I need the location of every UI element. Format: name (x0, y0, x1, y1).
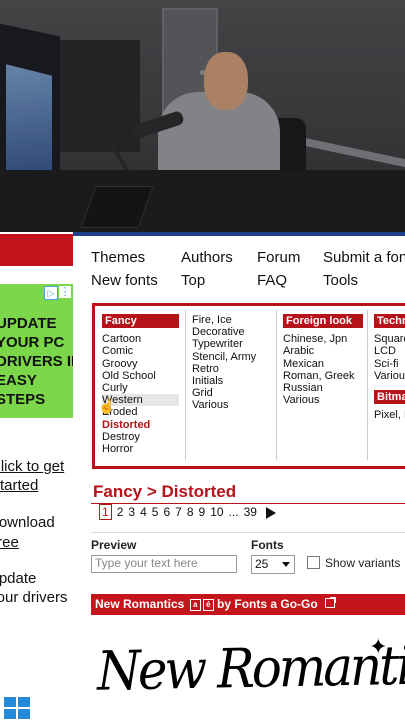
cam-shade (0, 0, 405, 232)
page-link[interactable]: 5 (152, 505, 159, 519)
external-link-icon[interactable] (325, 597, 337, 608)
breadcrumb: Fancy > Distorted (93, 482, 237, 501)
column-divider (185, 310, 186, 460)
pagination: 1 2 3 4 5 6 7 8 9 10... 39 (99, 504, 276, 520)
nav-tools[interactable]: Tools (323, 272, 358, 289)
page-link[interactable]: 3 (128, 505, 135, 519)
category-item[interactable]: Mexican (283, 358, 363, 370)
category-item[interactable]: Grid (192, 387, 277, 399)
download-free-link[interactable]: Download (0, 514, 55, 531)
category-item[interactable]: Various (283, 394, 363, 406)
category-heading-techno[interactable]: Techno (374, 314, 405, 329)
font-author-link[interactable]: by Fonts a Go-Go (217, 597, 318, 611)
ad-close-icon[interactable]: ⋮ (59, 286, 71, 298)
category-heading-fancy[interactable]: Fancy (102, 314, 179, 329)
download-free-link-2[interactable]: Free (0, 534, 19, 551)
category-item[interactable]: Fire, Ice (192, 314, 277, 326)
accents-badge-icon: é (202, 599, 214, 611)
fonts-label: Fonts (251, 538, 284, 552)
nav-new-fonts[interactable]: New fonts (91, 272, 158, 289)
nav-authors[interactable]: Authors (181, 249, 233, 266)
update-drivers-link-2[interactable]: Your drivers (0, 589, 67, 606)
category-item[interactable]: Stencil, Army (192, 351, 277, 363)
category-item[interactable]: Sci-fi (374, 358, 405, 370)
preview-text-input[interactable]: Type your text here (91, 555, 237, 573)
page-link[interactable]: 9 (199, 505, 206, 519)
category-item[interactable]: Chinese, Jpn (283, 333, 363, 345)
page-ellipsis: ... (228, 505, 239, 519)
font-name-link[interactable]: New Romantics (95, 597, 184, 611)
nav-forum[interactable]: Forum (257, 249, 300, 266)
nav-top[interactable]: Top (181, 272, 205, 289)
category-item[interactable]: Roman, Greek (283, 370, 363, 382)
column-divider (276, 310, 277, 460)
category-item[interactable]: Curly (102, 382, 179, 394)
category-item[interactable]: Destroy (102, 431, 179, 443)
mouse-cursor-icon: ☝ (98, 398, 116, 414)
font-size-select[interactable]: 25 (251, 555, 295, 574)
page-link[interactable]: 2 (117, 505, 124, 519)
category-item[interactable]: Arabic (283, 345, 363, 357)
category-item[interactable]: Comic (102, 345, 179, 357)
page-link[interactable]: 4 (140, 505, 147, 519)
category-fancy-more: Fire, Ice Decorative Typewriter Stencil,… (192, 314, 277, 412)
font-entry-header: New Romantics aé by Fonts a Go-Go (91, 594, 405, 615)
nav-submit-font[interactable]: Submit a font (323, 249, 405, 266)
adchoices-icon[interactable]: ▷ (44, 286, 58, 300)
category-item[interactable]: Groovy (102, 358, 179, 370)
page-link[interactable]: 6 (163, 505, 170, 519)
category-item[interactable]: Horror (102, 443, 179, 455)
category-box: Fancy Cartoon Comic Groovy Old School Cu… (92, 303, 405, 469)
page-link[interactable]: 10 (210, 505, 223, 519)
font-sample-text: New Romantics (96, 633, 405, 703)
category-item[interactable]: Typewriter (192, 338, 277, 350)
click-to-get-started-link-2[interactable]: Started (0, 477, 38, 494)
category-item[interactable]: Various (192, 399, 277, 411)
page-link[interactable]: 7 (175, 505, 182, 519)
column-divider (367, 310, 368, 460)
top-blue-line (73, 232, 405, 236)
driver-ad-banner[interactable]: ▷ ⋮ UPDATE YOUR PC DRIVERS IN EASY STEPS (0, 284, 82, 418)
windows-logo-icon (4, 697, 30, 720)
show-variants-label: Show variants (325, 556, 401, 570)
category-heading-bitmap[interactable]: Bitmap (374, 390, 405, 405)
page-current[interactable]: 1 (99, 504, 112, 520)
category-item[interactable]: Various (374, 370, 405, 382)
preview-label: Preview (91, 538, 137, 552)
category-fancy: Fancy Cartoon Comic Groovy Old School Cu… (102, 314, 179, 455)
lowercase-badge-icon: a (189, 599, 201, 611)
category-item[interactable]: LCD (374, 345, 405, 357)
font-sample-preview[interactable]: New Romantics ✦ (91, 632, 405, 712)
separator-line (91, 532, 405, 533)
nav-themes[interactable]: Themes (91, 249, 145, 266)
font-size-value: 25 (255, 557, 269, 571)
category-item[interactable]: Square (374, 333, 405, 345)
sparkle-icon: ✦ (369, 634, 388, 659)
show-variants-checkbox[interactable] (307, 556, 320, 569)
webcam-overlay (0, 0, 405, 232)
category-item[interactable]: Decorative (192, 326, 277, 338)
chevron-down-icon (282, 562, 290, 567)
category-foreign: Foreign look Chinese, Jpn Arabic Mexican… (283, 314, 363, 406)
category-item[interactable]: Old School (102, 370, 179, 382)
main-content: Themes Authors Forum Submit a font New f… (73, 232, 405, 720)
category-heading-foreign[interactable]: Foreign look (283, 314, 363, 329)
page-link[interactable]: 8 (187, 505, 194, 519)
category-item[interactable]: Initials (192, 375, 277, 387)
page-link[interactable]: 39 (244, 505, 257, 519)
category-item[interactable]: Retro (192, 363, 277, 375)
show-variants-option[interactable]: Show variants (307, 556, 400, 570)
category-item-selected[interactable]: Distorted (102, 419, 179, 431)
category-techno: Techno Square LCD Sci-fi Various Bitmap … (374, 314, 405, 421)
update-drivers-link[interactable]: Update (0, 570, 36, 587)
next-page-icon[interactable] (265, 506, 276, 519)
nav-faq[interactable]: FAQ (257, 272, 287, 289)
category-item[interactable]: Russian (283, 382, 363, 394)
category-item[interactable]: Pixel, Bitmap (374, 409, 405, 421)
click-to-get-started-link[interactable]: Click to get (0, 458, 64, 475)
left-red-bar (0, 234, 73, 266)
category-item[interactable]: Cartoon (102, 333, 179, 345)
